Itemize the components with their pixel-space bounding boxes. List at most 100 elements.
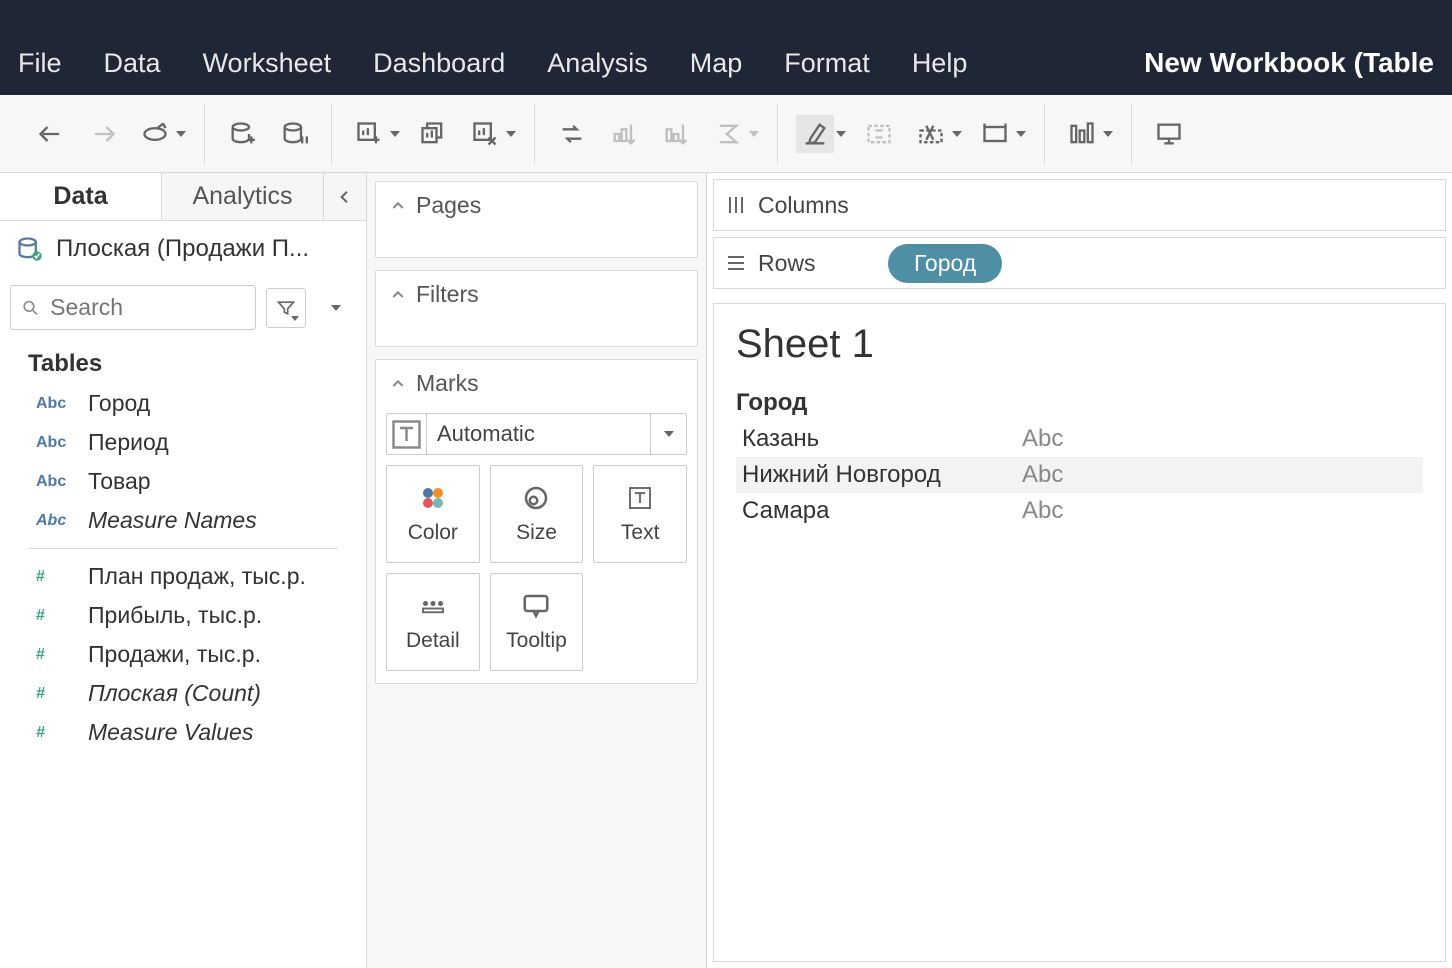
menu-data[interactable]: Data <box>104 48 161 79</box>
data-panel: Data Analytics Плоская (Продажи П... Tab… <box>0 173 367 968</box>
field-count[interactable]: #Плоская (Count) <box>0 674 366 713</box>
filters-card[interactable]: Filters <box>375 270 698 347</box>
datasource-label: Плоская (Продажи П... <box>56 235 309 263</box>
redo-button[interactable] <box>84 115 122 153</box>
sheet-canvas[interactable]: Sheet 1 Город КазаньAbc Нижний НовгородA… <box>713 303 1446 962</box>
table-row[interactable]: КазаньAbc <box>736 421 1423 457</box>
number-icon: # <box>36 607 70 625</box>
labels-button[interactable] <box>860 115 898 153</box>
cards-panel: Pages Filters Marks Automatic Color <box>367 173 707 968</box>
menu-format[interactable]: Format <box>784 48 870 79</box>
number-icon: # <box>36 646 70 664</box>
menu-analysis[interactable]: Analysis <box>547 48 648 79</box>
filter-fields-button[interactable] <box>266 288 306 328</box>
viz-area: Columns Rows Город Sheet 1 Город КазаньA… <box>707 173 1452 968</box>
undo-button[interactable] <box>32 115 70 153</box>
table-row[interactable]: СамараAbc <box>736 493 1423 529</box>
duplicate-button[interactable] <box>414 115 452 153</box>
chevron-up-icon <box>390 287 406 303</box>
field-dimension[interactable]: AbcГород <box>0 384 366 423</box>
field-dimension[interactable]: AbcТовар <box>0 462 366 501</box>
table-header: Город <box>736 385 1423 421</box>
fields-menu-button[interactable] <box>316 288 356 328</box>
highlight-button[interactable] <box>796 115 834 153</box>
menu-help[interactable]: Help <box>912 48 968 79</box>
tooltip-icon <box>521 591 551 621</box>
marks-detail-button[interactable]: Detail <box>386 573 480 671</box>
color-icon <box>418 483 448 513</box>
swap-button[interactable] <box>553 115 591 153</box>
menu-worksheet[interactable]: Worksheet <box>203 48 332 79</box>
search-box[interactable] <box>10 285 256 330</box>
show-me-dropdown[interactable] <box>1103 131 1113 137</box>
tab-data[interactable]: Data <box>0 173 162 220</box>
rows-icon <box>714 251 758 275</box>
abc-icon: Abc <box>36 434 70 452</box>
presentation-button[interactable] <box>1150 115 1188 153</box>
datasource-item[interactable]: Плоская (Продажи П... <box>0 221 366 277</box>
totals-button[interactable] <box>709 115 747 153</box>
abc-icon: Abc <box>36 473 70 491</box>
format-dropdown[interactable] <box>952 131 962 137</box>
abc-icon: Abc <box>36 395 70 413</box>
menu-file[interactable]: File <box>18 48 62 79</box>
divider <box>28 548 338 549</box>
number-icon: # <box>36 685 70 703</box>
datasource-icon <box>16 235 44 263</box>
save-dropdown[interactable] <box>176 131 186 137</box>
pause-datasource-button[interactable] <box>275 115 313 153</box>
fit-dropdown[interactable] <box>1016 131 1026 137</box>
clear-dropdown[interactable] <box>506 131 516 137</box>
search-icon <box>21 297 40 319</box>
marks-card: Marks Automatic Color Size <box>375 359 698 684</box>
field-measure-values[interactable]: #Measure Values <box>0 713 366 752</box>
menu-bar: File Data Worksheet Dashboard Analysis M… <box>0 0 1452 95</box>
new-datasource-button[interactable] <box>223 115 261 153</box>
chevron-up-icon <box>390 198 406 214</box>
rows-shelf[interactable]: Rows Город <box>713 237 1446 289</box>
pages-card[interactable]: Pages <box>375 181 698 258</box>
mark-type-dropdown[interactable] <box>650 414 686 454</box>
new-worksheet-button[interactable] <box>350 115 388 153</box>
chevron-up-icon <box>390 376 406 392</box>
number-icon: # <box>36 724 70 742</box>
field-measure[interactable]: #План продаж, тыс.р. <box>0 557 366 596</box>
field-dimension[interactable]: AbcПериод <box>0 423 366 462</box>
field-measure[interactable]: #Продажи, тыс.р. <box>0 635 366 674</box>
text-icon <box>625 483 655 513</box>
filter-icon <box>276 298 296 318</box>
row-pill-city[interactable]: Город <box>888 244 1002 283</box>
marks-tooltip-button[interactable]: Tooltip <box>490 573 584 671</box>
tab-analytics[interactable]: Analytics <box>162 173 324 220</box>
marks-text-button[interactable]: Text <box>593 465 687 563</box>
highlight-dropdown[interactable] <box>836 131 846 137</box>
menu-dashboard[interactable]: Dashboard <box>373 48 505 79</box>
detail-icon <box>418 591 448 621</box>
clear-button[interactable] <box>466 115 504 153</box>
search-input[interactable] <box>50 294 245 321</box>
sort-desc-button[interactable] <box>657 115 695 153</box>
totals-dropdown[interactable] <box>749 131 759 137</box>
show-me-button[interactable] <box>1063 115 1101 153</box>
number-icon: # <box>36 568 70 586</box>
sort-asc-button[interactable] <box>605 115 643 153</box>
workbook-title: New Workbook (Table <box>1144 47 1434 79</box>
mark-type-select[interactable]: Automatic <box>386 413 687 455</box>
marks-header[interactable]: Marks <box>376 360 697 407</box>
table-row[interactable]: Нижний НовгородAbc <box>736 457 1423 493</box>
sheet-title[interactable]: Sheet 1 <box>736 322 1423 367</box>
menu-map[interactable]: Map <box>690 48 743 79</box>
columns-shelf[interactable]: Columns <box>713 179 1446 231</box>
marks-color-button[interactable]: Color <box>386 465 480 563</box>
fit-button[interactable] <box>976 115 1014 153</box>
save-button[interactable] <box>136 115 174 153</box>
collapse-panel-button[interactable] <box>324 173 366 220</box>
size-icon <box>521 483 551 513</box>
format-button[interactable] <box>912 115 950 153</box>
field-measure-names[interactable]: AbcMeasure Names <box>0 501 366 540</box>
toolbar <box>0 95 1452 173</box>
marks-size-button[interactable]: Size <box>490 465 584 563</box>
new-worksheet-dropdown[interactable] <box>390 131 400 137</box>
field-measure[interactable]: #Прибыль, тыс.р. <box>0 596 366 635</box>
abc-icon: Abc <box>36 512 70 530</box>
